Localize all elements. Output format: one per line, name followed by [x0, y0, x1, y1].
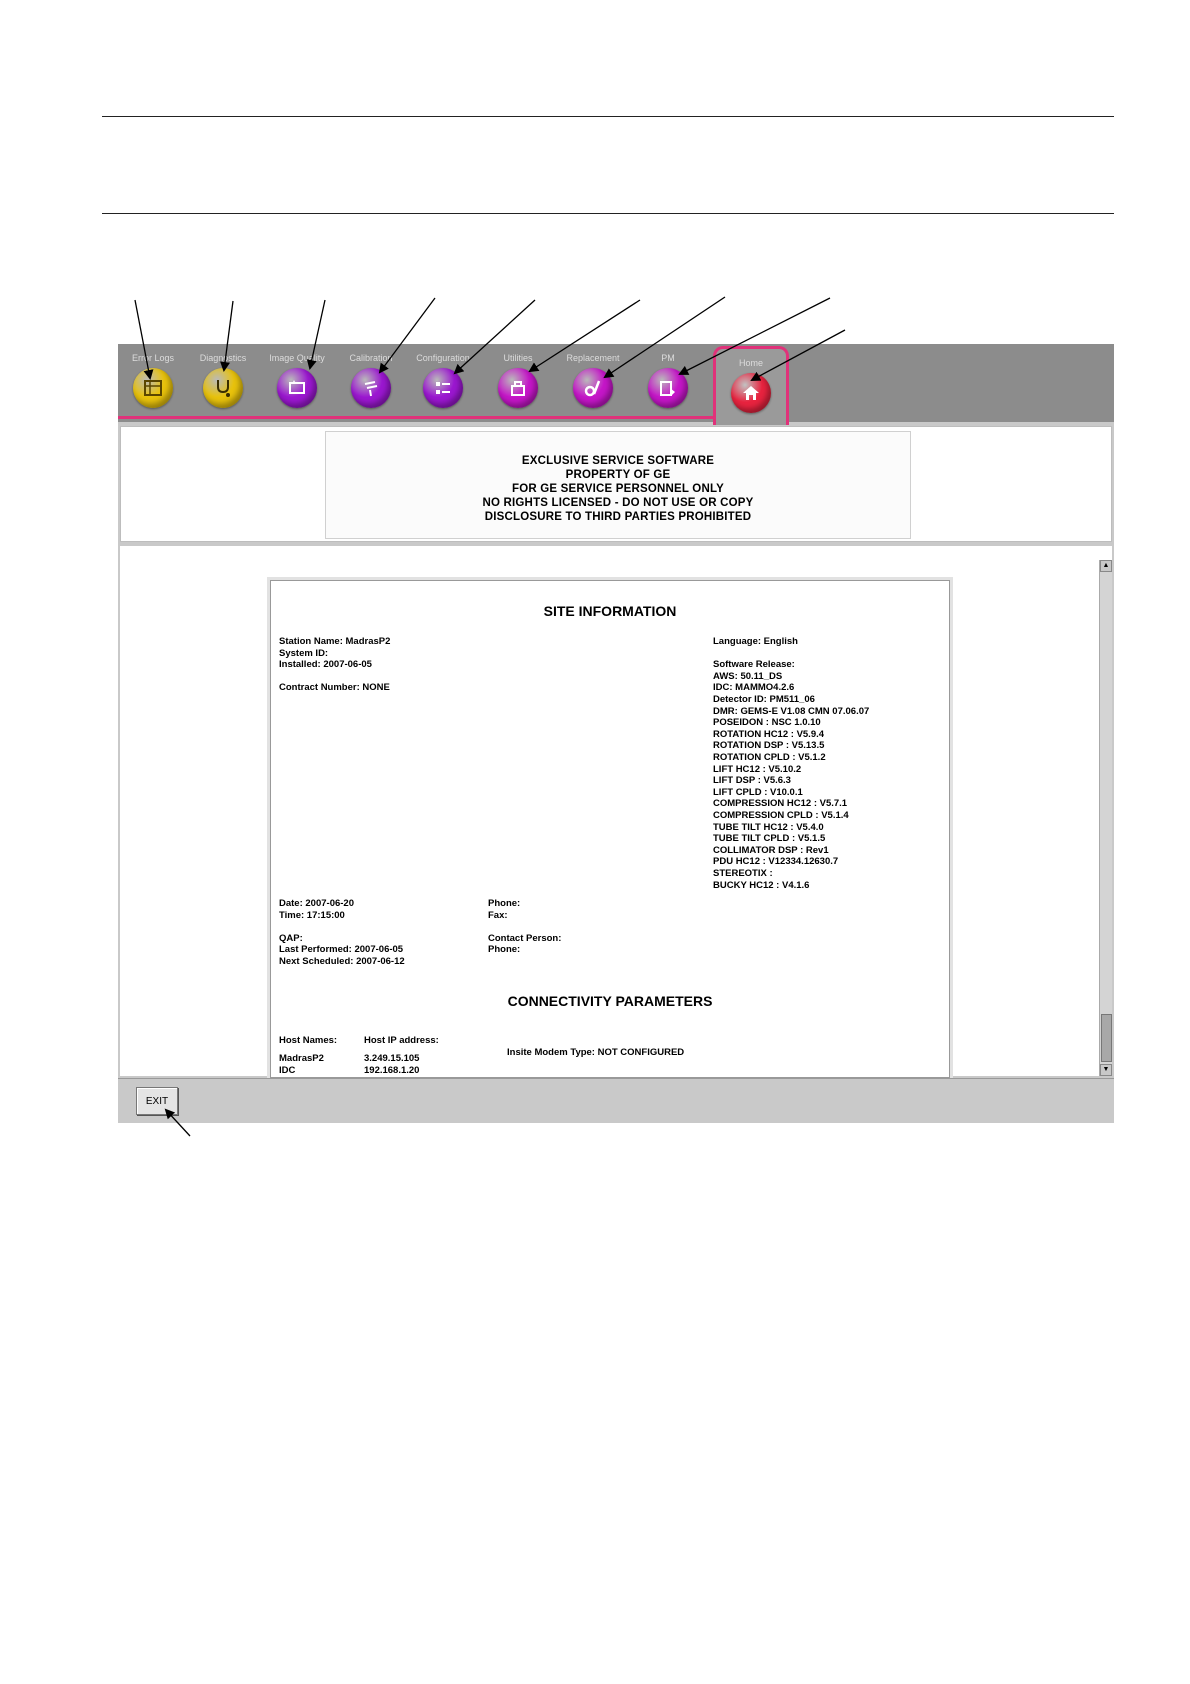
report-line: Phone:: [488, 944, 521, 956]
report-line: LIFT DSP : V5.6.3: [713, 775, 791, 787]
report-line: BUCKY HC12 : V4.1.6: [713, 879, 810, 891]
report-line: Contact Person:: [488, 932, 562, 944]
header-rule-top: [102, 116, 1114, 117]
exit-button[interactable]: EXIT: [136, 1087, 178, 1115]
tab-label: Home: [738, 358, 763, 368]
image-quality-icon: [277, 368, 317, 408]
report-line: TUBE TILT HC12 : V5.4.0: [713, 821, 824, 833]
toolbar-accent-line: [118, 416, 713, 419]
host-name: MadrasP2: [279, 1053, 324, 1064]
tab-label: Configuration: [416, 353, 470, 363]
stethoscope-icon: [203, 368, 243, 408]
tab-label: Error Logs: [131, 353, 175, 363]
tab-image-quality[interactable]: Image Quality: [262, 352, 332, 416]
banner-line: EXCLUSIVE SERVICE SOFTWARE: [521, 455, 715, 467]
report-line: Fax:: [488, 909, 508, 921]
modem-type: Insite Modem Type: NOT CONFIGURED: [507, 1047, 685, 1058]
error-logs-icon: [133, 368, 173, 408]
report-line: COMPRESSION CPLD : V5.1.4: [713, 810, 849, 821]
report-line: STEREOTIX :: [713, 868, 773, 879]
host-name: IDC: [279, 1065, 296, 1076]
tab-configuration[interactable]: Configuration: [408, 352, 478, 416]
report-line: Station Name: MadrasP2: [279, 636, 391, 647]
tab-diagnostics[interactable]: Diagnostics: [188, 352, 258, 416]
banner-line: FOR GE SERVICE PERSONNEL ONLY: [512, 483, 724, 495]
host-ip: 3.249.15.105: [364, 1053, 420, 1064]
report-line: LIFT HC12 : V5.10.2: [713, 763, 802, 775]
report-line: Date: 2007-06-20: [279, 898, 354, 909]
report-line: POSEIDON : NSC 1.0.10: [713, 717, 821, 729]
tab-label: Calibration: [349, 353, 393, 363]
host-ip-header: Host IP address:: [364, 1035, 439, 1046]
vertical-scrollbar[interactable]: ▲ ▼: [1099, 560, 1112, 1076]
tab-pm[interactable]: PM: [633, 352, 703, 416]
report-line: DMR: GEMS-E V1.08 CMN 07.06.07: [713, 705, 870, 717]
notice-banner-area: EXCLUSIVE SERVICE SOFTWARE PROPERTY OF G…: [120, 426, 1112, 542]
report-line: LIFT CPLD : V10.0.1: [713, 786, 803, 798]
report-line: Detector ID: PM511_06: [713, 694, 815, 705]
tab-error-logs[interactable]: Error Logs: [118, 352, 188, 416]
configuration-icon: [423, 368, 463, 408]
tab-label: Image Quality: [269, 353, 325, 363]
pm-icon: [648, 368, 688, 408]
report-line: Next Scheduled: 2007-06-12: [279, 956, 405, 967]
report-title: SITE INFORMATION: [543, 603, 677, 619]
host-ip: 192.168.1.20: [364, 1065, 420, 1076]
header-rule-bottom: [102, 213, 1114, 214]
report-line: Installed: 2007-06-05: [279, 659, 372, 671]
report-line: Language: English: [713, 636, 798, 647]
report-line: System ID:: [279, 647, 329, 659]
scroll-down-arrow-icon[interactable]: ▼: [1100, 1064, 1112, 1076]
report-line: AWS: 50.11_DS: [713, 670, 783, 682]
bottom-bar: EXIT: [118, 1078, 1114, 1123]
site-info-content: SITE INFORMATION Station Name: MadrasP2 S…: [120, 546, 1112, 1078]
host-names-header: Host Names:: [279, 1035, 338, 1046]
banner-line: DISCLOSURE TO THIRD PARTIES PROHIBITED: [484, 511, 752, 523]
report-line: COLLIMATOR DSP : Rev1: [713, 844, 829, 856]
report-line: COMPRESSION HC12 : V5.7.1: [713, 798, 848, 810]
banner-line: PROPERTY OF GE: [565, 469, 671, 481]
report-line: Software Release:: [713, 659, 795, 671]
tab-label: Replacement: [566, 353, 620, 363]
scroll-up-arrow-icon[interactable]: ▲: [1100, 560, 1112, 572]
tab-label: PM: [661, 353, 675, 363]
report-line: Phone:: [488, 898, 521, 909]
tab-calibration[interactable]: Calibration: [336, 352, 406, 416]
banner-line: NO RIGHTS LICENSED - DO NOT USE OR COPY: [482, 497, 754, 509]
report-line: PDU HC12 : V12334.12630.7: [713, 856, 839, 868]
report-line: ROTATION DSP : V5.13.5: [713, 740, 825, 752]
calibration-icon: [351, 368, 391, 408]
replacement-icon: [573, 368, 613, 408]
scroll-thumb[interactable]: [1101, 1014, 1112, 1062]
report-line: ROTATION CPLD : V5.1.2: [713, 752, 826, 763]
report-line: Last Performed: 2007-06-05: [279, 944, 404, 956]
tab-label: Utilities: [503, 353, 533, 363]
report-line: Time: 17:15:00: [279, 909, 345, 921]
report-line: TUBE TILT CPLD : V5.1.5: [713, 833, 826, 845]
service-notice-box: EXCLUSIVE SERVICE SOFTWARE PROPERTY OF G…: [325, 431, 911, 539]
report-line: QAP:: [279, 932, 303, 944]
tab-utilities[interactable]: Utilities: [483, 352, 553, 416]
report-line: ROTATION HC12 : V5.9.4: [713, 728, 825, 740]
report-line: Contract Number: NONE: [279, 682, 390, 694]
site-information-report: SITE INFORMATION Station Name: MadrasP2 S…: [270, 580, 950, 1078]
tab-replacement[interactable]: Replacement: [558, 352, 628, 416]
report-line: IDC: MAMMO4.2.6: [713, 682, 795, 694]
connectivity-title: CONNECTIVITY PARAMETERS: [507, 993, 713, 1009]
tab-home[interactable]: Home: [713, 346, 789, 425]
service-app-window: Error Logs Diagnostics Image Quality Cal…: [118, 344, 1114, 1123]
main-toolbar: Error Logs Diagnostics Image Quality Cal…: [118, 344, 1114, 425]
tab-label: Diagnostics: [199, 353, 247, 363]
utilities-icon: [498, 368, 538, 408]
home-icon: [731, 373, 771, 413]
